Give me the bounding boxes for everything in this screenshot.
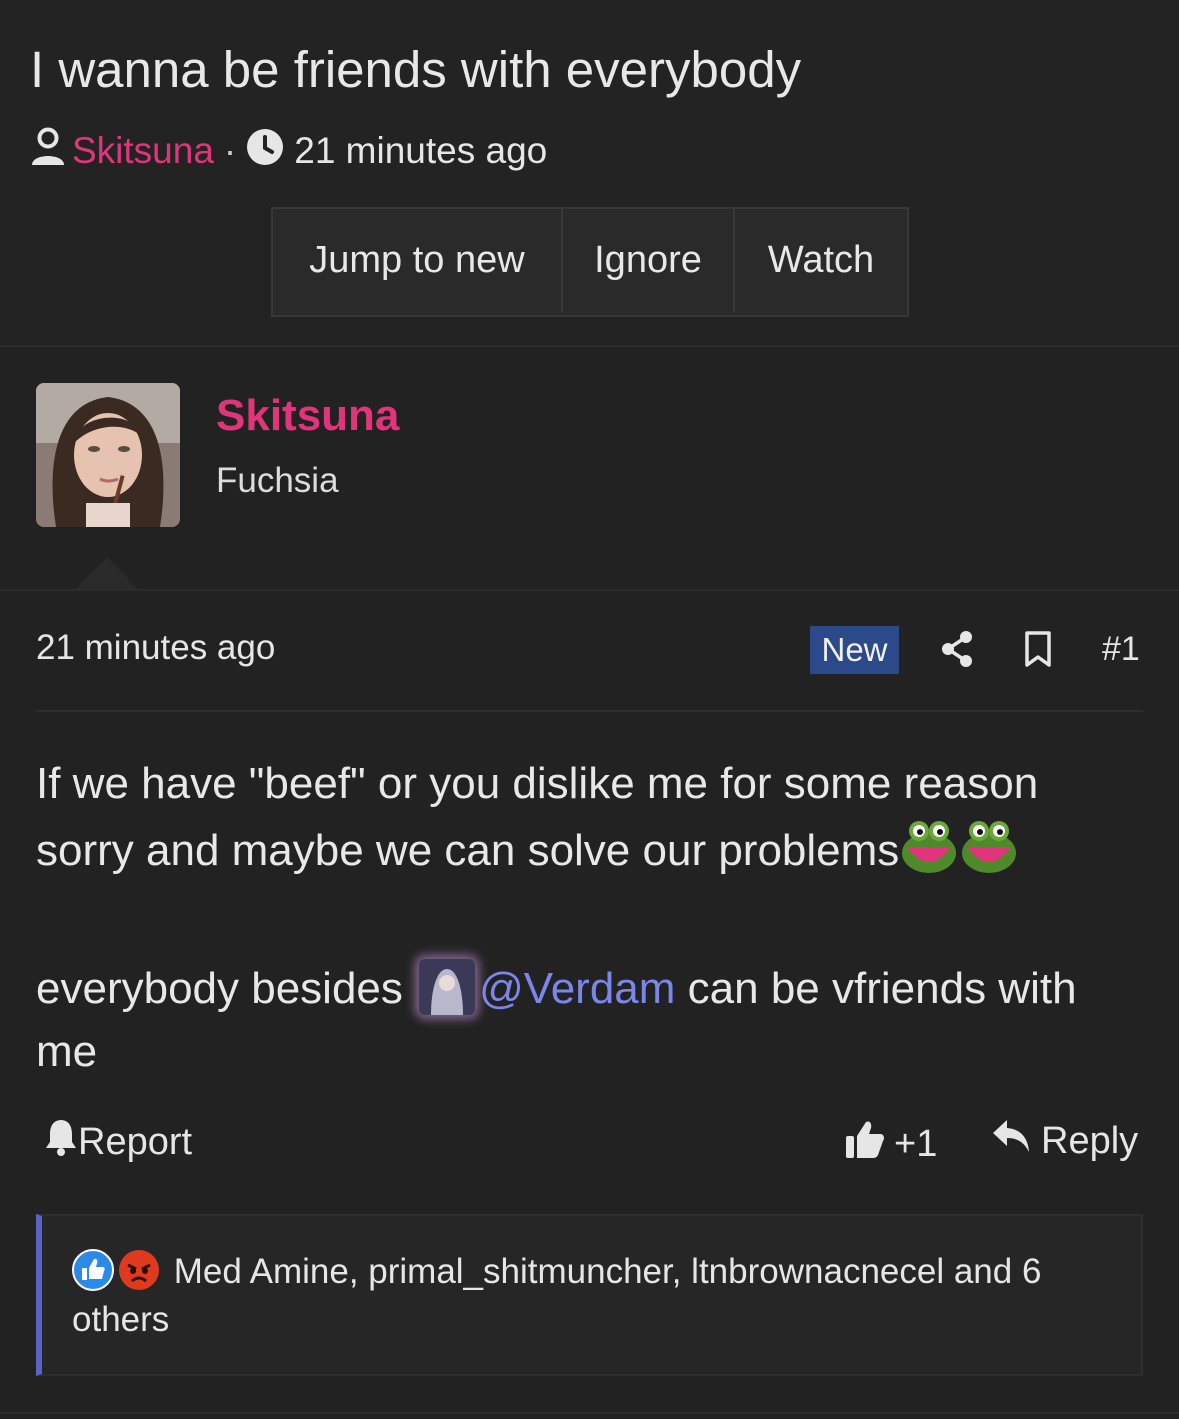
watch-button[interactable]: Watch [735,209,907,311]
thread-header: I wanna be friends with everybody Skitsu… [0,0,1179,347]
report-label: Report [78,1120,193,1163]
thread-time[interactable]: 21 minutes ago [294,130,547,172]
reactions-summary: Med Amine, primal_shitmuncher, ltnbrowna… [72,1248,1132,1344]
post-username[interactable]: Skitsuna [216,391,399,441]
report-button[interactable]: Report [44,1118,192,1166]
thread-meta: Skitsuna · 21 minutes ago [30,127,547,176]
reply-icon [991,1118,1031,1164]
like-count: +1 [894,1122,938,1165]
mention-link[interactable]: @Verdam [479,964,675,1013]
like-reaction-icon [72,1249,114,1291]
reply-button[interactable]: Reply [991,1118,1138,1164]
user-title: Fuchsia [216,461,339,500]
like-button[interactable]: +1 [844,1118,937,1170]
user-icon [30,127,66,176]
jump-to-new-button[interactable]: Jump to new [273,209,563,311]
frog-emoji-icon [899,815,1019,894]
bell-icon [44,1118,78,1166]
post-number-link[interactable]: #1 [1102,630,1140,669]
reactions-users-link[interactable]: Med Amine, primal_shitmuncher, ltnbrowna… [72,1252,1041,1339]
ignore-button[interactable]: Ignore [563,209,735,311]
new-badge: New [810,626,899,674]
clock-icon [246,128,284,175]
post-body: If we have "beef" or you dislike me for … [36,752,1143,1083]
post-header-bar: 21 minutes ago New #1 [36,620,1143,680]
post-time[interactable]: 21 minutes ago [36,628,275,668]
post-user-block: Skitsuna Fuchsia [0,347,1179,591]
reactions-bar[interactable]: Med Amine, primal_shitmuncher, ltnbrowna… [36,1214,1143,1376]
thread-title: I wanna be friends with everybody [30,41,802,98]
angry-reaction-icon [118,1249,160,1291]
share-icon[interactable] [940,630,974,673]
mention-avatar[interactable] [419,959,476,1015]
post-paragraph: If we have "beef" or you dislike me for … [36,752,1143,894]
thread-button-group: Jump to new Ignore Watch [271,207,909,317]
reply-label: Reply [1041,1119,1139,1162]
post-line-2-start: everybody besides [36,964,403,1013]
user-arrow [76,557,138,589]
thumbs-up-icon [844,1118,886,1170]
bookmark-icon[interactable] [1024,630,1052,673]
avatar[interactable] [36,383,180,527]
post-actions: Report +1 Reply [36,1114,1143,1170]
post-divider [36,710,1143,712]
meta-separator: · [223,130,237,171]
bottom-divider [0,1412,1179,1414]
post-line-1: If we have "beef" or you dislike me for … [36,759,1039,875]
post-paragraph: everybody besides @Verdam can be vfriend… [36,957,1143,1083]
thread-author-link[interactable]: Skitsuna [72,130,214,172]
